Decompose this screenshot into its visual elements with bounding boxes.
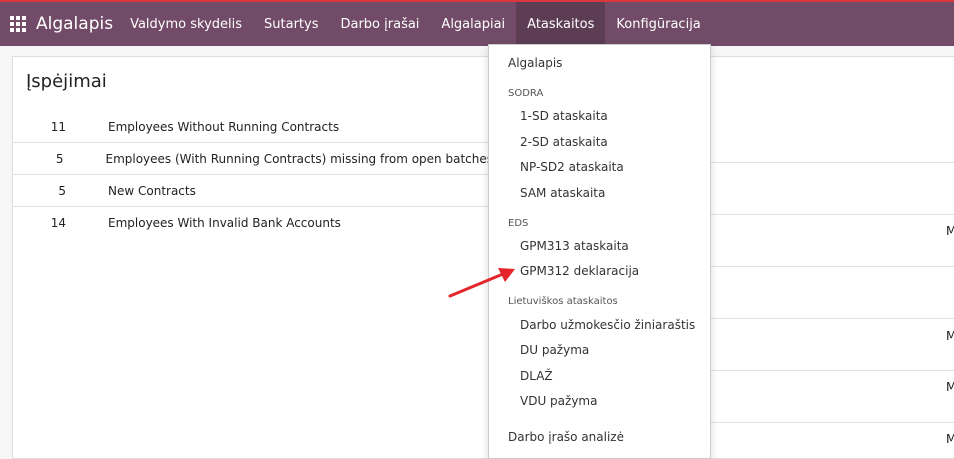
menu-darbo-irasai[interactable]: Darbo įrašai: [329, 2, 430, 46]
warning-label: Employees (With Running Contracts) missi…: [105, 151, 493, 166]
section-heading-lt: Lietuviškos ataskaitos: [508, 296, 618, 307]
dropdown-item-gpm313[interactable]: GPM313 ataskaita: [520, 239, 629, 253]
warning-count: 14: [50, 216, 66, 230]
clipped-text: M: [946, 329, 954, 343]
dropdown-item-darbo-iraso-analize[interactable]: Darbo įrašo analizė: [508, 430, 624, 444]
right-divider: [710, 214, 954, 215]
right-divider: [710, 162, 954, 163]
section-heading-eds: EDS: [508, 218, 529, 229]
warning-count: 5: [55, 151, 64, 166]
warning-row[interactable]: 5 New Contracts: [13, 175, 493, 207]
warnings-title: Įspėjimai: [26, 71, 107, 92]
dropdown-item-algalapis[interactable]: Algalapis: [508, 56, 562, 70]
right-divider: [710, 422, 954, 423]
warning-row[interactable]: 11 Employees Without Running Contracts: [13, 111, 493, 143]
warning-count: 5: [58, 183, 66, 198]
right-divider: [710, 266, 954, 267]
warning-count: 11: [50, 119, 66, 134]
menu-valdymo-skydelis[interactable]: Valdymo skydelis: [119, 2, 253, 46]
dropdown-item-sam[interactable]: SAM ataskaita: [520, 186, 605, 200]
main-menu: Valdymo skydelis Sutartys Darbo įrašai A…: [119, 2, 712, 46]
dropdown-item-npsd2[interactable]: NP-SD2 ataskaita: [520, 160, 624, 174]
app-title[interactable]: Algalapis: [36, 14, 113, 34]
right-divider: [710, 318, 954, 319]
warning-row[interactable]: 5 Employees (With Running Contracts) mis…: [13, 143, 493, 175]
clipped-text: M: [946, 224, 954, 238]
dropdown-item-1sd[interactable]: 1-SD ataskaita: [520, 109, 608, 123]
clipped-text: M: [946, 432, 954, 446]
warning-label: Employees Without Running Contracts: [108, 119, 340, 134]
dropdown-item-vdu-pazyma[interactable]: VDU pažyma: [520, 394, 597, 408]
clipped-text: M: [946, 380, 954, 394]
dropdown-item-gpm312[interactable]: GPM312 deklaracija: [520, 264, 639, 278]
menu-ataskaitos[interactable]: Ataskaitos: [516, 2, 606, 46]
dropdown-item-du-ziniarastis[interactable]: Darbo užmokesčio žiniaraštis: [520, 318, 695, 332]
right-divider: [710, 370, 954, 371]
reports-dropdown: Algalapis SODRA 1-SD ataskaita 2-SD atas…: [488, 44, 711, 459]
dropdown-item-2sd[interactable]: 2-SD ataskaita: [520, 135, 608, 149]
warning-row[interactable]: 14 Employees With Invalid Bank Accounts: [13, 207, 493, 239]
red-arrow-icon: [448, 268, 515, 298]
section-heading-sodra: SODRA: [508, 88, 544, 99]
menu-sutartys[interactable]: Sutartys: [253, 2, 329, 46]
warning-label: New Contracts: [108, 183, 196, 198]
dropdown-item-dlaz[interactable]: DLAŽ: [520, 369, 553, 383]
apps-menu-icon[interactable]: [0, 2, 36, 46]
warnings-card: Įspėjimai 11 Employees Without Running C…: [12, 56, 954, 459]
dropdown-item-du-pazyma[interactable]: DU pažyma: [520, 343, 589, 357]
menu-konfiguracija[interactable]: Konfigūracija: [605, 2, 711, 46]
warning-label: Employees With Invalid Bank Accounts: [108, 216, 341, 230]
menu-algalapiai[interactable]: Algalapiai: [430, 2, 516, 46]
top-navbar: Algalapis Valdymo skydelis Sutartys Darb…: [0, 0, 954, 46]
